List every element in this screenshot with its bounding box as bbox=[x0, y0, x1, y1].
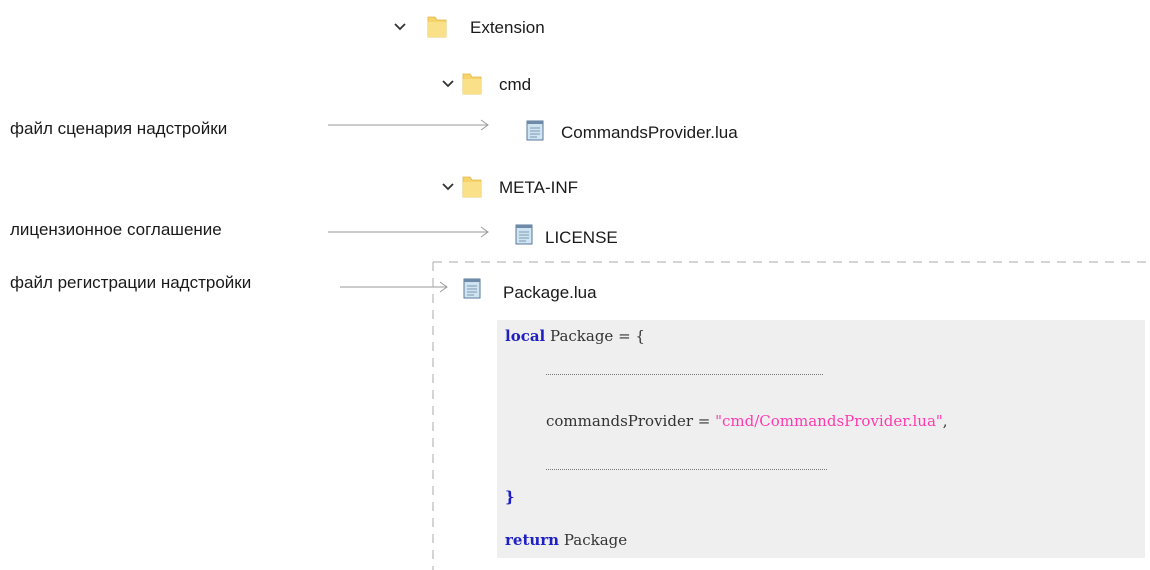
code-brace: } bbox=[505, 488, 515, 506]
code-keyword: local bbox=[505, 327, 546, 345]
code-text: , bbox=[942, 412, 948, 430]
code-line-5: } bbox=[505, 488, 515, 506]
arrow-script-file bbox=[328, 119, 489, 131]
code-line-1: local Package = { bbox=[505, 327, 645, 345]
code-line-3: commandsProvider = "cmd/CommandsProvider… bbox=[546, 412, 948, 430]
code-ellipsis-line bbox=[546, 374, 823, 375]
code-keyword: return bbox=[505, 531, 560, 549]
code-block bbox=[497, 320, 1145, 558]
code-text: commandsProvider = bbox=[546, 412, 716, 430]
code-ellipsis-line bbox=[546, 469, 827, 470]
arrow-registration bbox=[340, 281, 448, 293]
code-string: "cmd/CommandsProvider.lua" bbox=[715, 412, 943, 430]
code-text: Package = { bbox=[545, 327, 645, 345]
arrow-license bbox=[328, 226, 489, 238]
code-line-6: return Package bbox=[505, 531, 627, 549]
code-text: Package bbox=[559, 531, 628, 549]
